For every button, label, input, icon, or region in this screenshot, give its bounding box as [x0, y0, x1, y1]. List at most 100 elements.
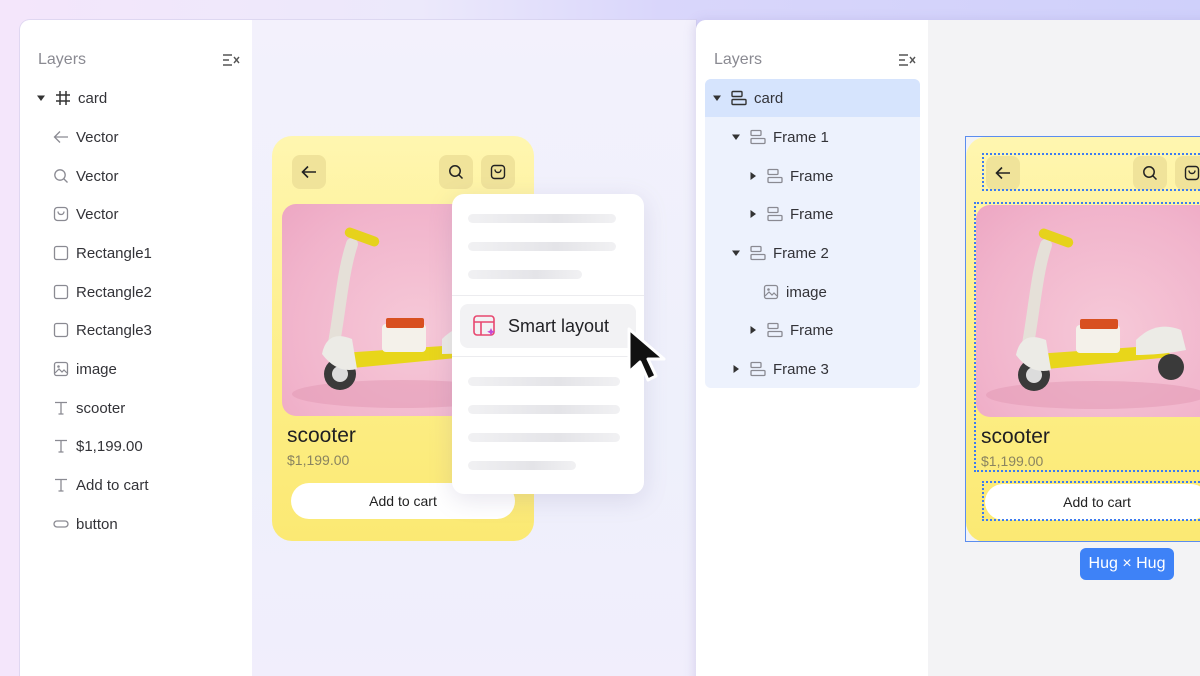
layer-label: button [76, 515, 118, 533]
layer-label: Rectangle3 [76, 321, 152, 339]
menu-item-placeholder[interactable] [468, 270, 582, 279]
rectangle-icon [52, 321, 70, 339]
bag-icon [52, 205, 70, 223]
layer-item-rectangle2[interactable]: Rectangle2 [20, 273, 252, 311]
layer-label: $1,199.00 [76, 437, 143, 455]
layer-item-card[interactable]: card [20, 79, 252, 117]
rectangle-icon [52, 283, 70, 301]
layer-item-text-price[interactable]: $1,199.00 [20, 427, 252, 465]
menu-item-placeholder[interactable] [468, 405, 620, 414]
layer-label: Vector [76, 205, 119, 223]
layer-label: card [78, 89, 108, 107]
layer-item-vector-arrow[interactable]: Vector [20, 118, 252, 156]
mouse-pointer-icon [627, 327, 666, 382]
tree-item-frame-3[interactable]: Frame 3 [696, 350, 928, 388]
menu-item-placeholder[interactable] [468, 377, 620, 386]
menu-item-placeholder[interactable] [468, 242, 616, 251]
auto-layout-frame-icon [749, 360, 767, 378]
text-icon [52, 437, 70, 455]
product-name: scooter [287, 424, 356, 447]
expand-caret-icon[interactable] [731, 248, 741, 258]
tree-item-image[interactable]: image [696, 273, 928, 311]
search-icon [52, 167, 70, 185]
expand-caret-icon[interactable] [731, 132, 741, 142]
arrow-left-icon [52, 128, 70, 146]
bag-icon [490, 164, 506, 180]
product-price: $1,199.00 [287, 452, 350, 468]
text-icon [52, 476, 70, 494]
layer-label: Rectangle1 [76, 244, 152, 262]
layer-item-button[interactable]: button [20, 505, 252, 543]
auto-layout-frame-icon [766, 321, 784, 339]
layer-item-text-add-to-cart[interactable]: Add to cart [20, 466, 252, 504]
layer-item-rectangle1[interactable]: Rectangle1 [20, 234, 252, 272]
bag-button[interactable] [481, 155, 515, 189]
collapsed-caret-icon[interactable] [748, 209, 758, 219]
image-icon [762, 283, 780, 301]
menu-item-smart-layout[interactable]: Smart layout [460, 304, 636, 348]
menu-divider [452, 295, 644, 296]
layer-item-image[interactable]: image [20, 350, 252, 388]
layers-panel: Layers card Frame 1 Frame Frame Frame 2 … [696, 20, 928, 676]
auto-layout-frame-icon [766, 205, 784, 223]
layer-item-vector-search[interactable]: Vector [20, 157, 252, 195]
collapsed-caret-icon[interactable] [748, 325, 758, 335]
layer-label: card [754, 89, 784, 107]
frame-outline-content [974, 202, 1200, 472]
arrow-left-icon [301, 165, 316, 179]
menu-divider [452, 356, 644, 357]
layer-label: Vector [76, 167, 119, 185]
frame-outline-button [982, 481, 1200, 521]
auto-layout-frame-icon [749, 128, 767, 146]
editor-window-after: Layers card Frame 1 Frame Frame Frame 2 … [696, 20, 1200, 676]
layer-label: image [786, 283, 827, 301]
expand-caret-icon[interactable] [712, 93, 722, 103]
layer-label: Frame 3 [773, 360, 829, 378]
text-icon [52, 399, 70, 417]
menu-item-label: Smart layout [508, 315, 610, 336]
frame-outline-header [982, 153, 1200, 191]
layer-label: image [76, 360, 117, 378]
tree-item-frame[interactable]: Frame [696, 311, 928, 349]
layer-item-text-scooter[interactable]: scooter [20, 389, 252, 427]
tree-item-frame[interactable]: Frame [696, 195, 928, 233]
collapse-panel-icon[interactable] [898, 52, 916, 68]
collapse-panel-icon[interactable] [222, 52, 240, 68]
layer-label: Frame 2 [773, 244, 829, 262]
layer-label: Add to cart [76, 476, 149, 494]
tree-item-frame[interactable]: Frame [696, 157, 928, 195]
context-menu: Smart layout [452, 194, 644, 494]
layer-label: Frame [790, 205, 834, 223]
frame-hash-icon [54, 89, 72, 107]
pill-icon [52, 515, 70, 533]
layer-label: Rectangle2 [76, 283, 152, 301]
search-button[interactable] [439, 155, 473, 189]
smart-layout-icon [473, 315, 495, 336]
auto-layout-frame-icon [730, 89, 748, 107]
collapsed-caret-icon[interactable] [731, 364, 741, 374]
image-icon [52, 360, 70, 378]
layer-label: scooter [76, 399, 126, 417]
back-button[interactable] [292, 155, 326, 189]
auto-layout-frame-icon [766, 167, 784, 185]
expand-caret-icon[interactable] [36, 93, 46, 103]
tree-item-frame-2[interactable]: Frame 2 [696, 234, 928, 272]
tree-item-frame-1[interactable]: Frame 1 [696, 118, 928, 156]
layers-panel-title: Layers [714, 51, 763, 68]
layer-label: Frame [790, 321, 834, 339]
auto-layout-frame-icon [749, 244, 767, 262]
layers-panel: Layers card Vector Vector Vector Rectang… [20, 20, 252, 676]
search-icon [449, 165, 464, 180]
layer-item-vector-bag[interactable]: Vector [20, 195, 252, 233]
layer-item-rectangle3[interactable]: Rectangle3 [20, 311, 252, 349]
collapsed-caret-icon[interactable] [748, 171, 758, 181]
tree-item-card[interactable]: card [696, 79, 920, 117]
layers-panel-title: Layers [38, 51, 87, 68]
layer-label: Frame [790, 167, 834, 185]
menu-item-placeholder[interactable] [468, 461, 576, 470]
menu-item-placeholder[interactable] [468, 433, 620, 442]
menu-item-placeholder[interactable] [468, 214, 616, 223]
layer-label: Frame 1 [773, 128, 829, 146]
sizing-badge: Hug × Hug [1080, 548, 1174, 580]
rectangle-icon [52, 244, 70, 262]
